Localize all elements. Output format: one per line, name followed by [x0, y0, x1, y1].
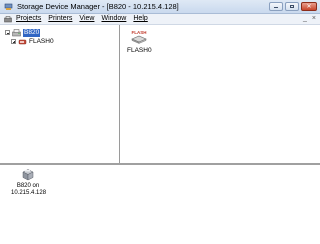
printer-icon — [22, 169, 34, 181]
content-pane: FLASH FLASH0 — [121, 25, 320, 163]
tree-child-label: FLASH0 — [29, 37, 54, 45]
flash-drive-icon — [18, 39, 27, 44]
content-item-flash0[interactable]: FLASH FLASH0 — [127, 30, 152, 54]
window-title: Storage Device Manager - [B820 - 10.215.… — [17, 2, 179, 11]
mdi-close-button[interactable]: × — [312, 15, 316, 22]
tree-item-flash0[interactable]: FLASH0 — [11, 37, 54, 46]
app-icon — [4, 3, 13, 10]
window-controls: ✕ — [269, 2, 317, 12]
maximize-icon — [290, 5, 294, 8]
tree-item-root[interactable]: B820 — [5, 28, 41, 37]
device-item[interactable]: B820 on 10.215.4.128 — [11, 167, 47, 197]
projects-icon — [4, 16, 12, 23]
menu-printers[interactable]: Printers — [48, 15, 72, 22]
maximize-button[interactable] — [285, 2, 299, 11]
menu-projects[interactable]: Projects — [16, 15, 41, 22]
expand-icon[interactable] — [11, 39, 16, 44]
minimize-button[interactable] — [269, 2, 283, 11]
printer-icon — [12, 28, 21, 36]
minimize-icon — [274, 7, 278, 8]
mdi-controls: _ × — [303, 15, 316, 22]
device-label-line1: B820 on — [16, 183, 40, 189]
collapse-icon[interactable] — [5, 30, 10, 35]
mdi-minimize-button[interactable]: _ — [303, 15, 307, 22]
menu-view[interactable]: View — [79, 15, 94, 22]
close-button[interactable]: ✕ — [301, 2, 317, 11]
flash-drive-icon — [131, 35, 147, 44]
close-icon: ✕ — [306, 4, 312, 10]
device-label-line2: 10.215.4.128 — [11, 190, 47, 196]
content-item-label: FLASH0 — [127, 47, 152, 54]
menu-bar: Projects Printers View Window Help _ × — [0, 14, 320, 25]
menu-window[interactable]: Window — [101, 15, 126, 22]
tree-root-label: B820 — [23, 28, 41, 37]
menu-help[interactable]: Help — [133, 15, 147, 22]
device-pane: B820 on 10.215.4.128 — [0, 165, 320, 244]
tree-pane: B820 FLASH0 — [0, 25, 120, 163]
title-bar: Storage Device Manager - [B820 - 10.215.… — [0, 0, 320, 14]
